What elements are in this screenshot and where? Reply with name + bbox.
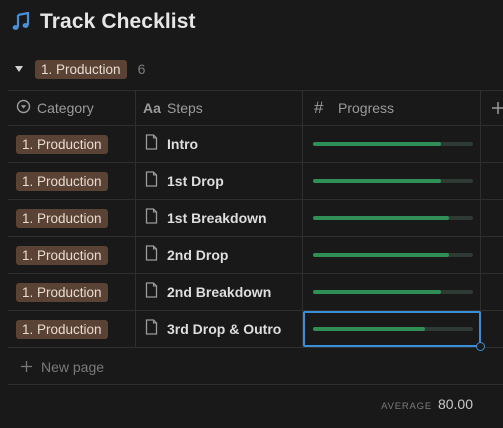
category-tag: 1. Production: [16, 171, 108, 191]
table-row[interactable]: 1. Production 1st Drop: [8, 163, 503, 200]
progress-bar: [313, 290, 473, 294]
table-row[interactable]: 1. Production 3rd Drop & Outro: [8, 311, 503, 348]
progress-cell[interactable]: [313, 126, 481, 162]
category-tag: 1. Production: [16, 282, 108, 302]
page-title: Track Checklist: [40, 10, 196, 33]
music-note-icon: [10, 11, 32, 33]
progress-cell[interactable]: [313, 163, 481, 199]
step-cell[interactable]: Intro: [145, 126, 198, 162]
progress-bar-fill: [313, 216, 449, 220]
progress-bar-fill: [313, 253, 449, 257]
table-row[interactable]: 1. Production 1st Breakdown: [8, 200, 503, 237]
table-row[interactable]: 1. Production Intro: [8, 126, 503, 163]
page-icon: [145, 133, 158, 155]
progress-bar-fill: [313, 327, 425, 331]
column-label: Progress: [338, 100, 395, 116]
page-icon: [145, 207, 158, 229]
select-circle-icon: [16, 99, 31, 117]
column-header-progress[interactable]: # Progress: [311, 91, 481, 125]
category-cell[interactable]: 1. Production: [16, 311, 108, 347]
new-page-button[interactable]: New page: [8, 349, 503, 385]
plus-icon: [21, 359, 32, 375]
step-title: 1st Drop: [167, 173, 224, 189]
category-tag: 1. Production: [16, 134, 108, 154]
average-label: AVERAGE: [381, 401, 432, 412]
calculation-footer[interactable]: AVERAGE 80.00: [381, 396, 473, 412]
add-column-button[interactable]: [488, 97, 503, 119]
step-cell[interactable]: 2nd Breakdown: [145, 274, 271, 310]
page-header: Track Checklist: [10, 8, 196, 36]
table-body: 1. Production Intro 1. Production 1st Dr…: [8, 126, 503, 348]
table-row[interactable]: 1. Production 2nd Breakdown: [8, 274, 503, 311]
step-cell[interactable]: 1st Drop: [145, 163, 224, 199]
table-header: Category Aa Steps # Progress: [8, 90, 503, 126]
hash-icon: #: [314, 98, 324, 117]
step-cell[interactable]: 2nd Drop: [145, 237, 228, 273]
page-icon: [145, 170, 158, 192]
column-label: Category: [37, 100, 94, 116]
progress-bar: [313, 216, 473, 220]
step-title: 3rd Drop & Outro: [167, 321, 282, 337]
category-cell[interactable]: 1. Production: [16, 163, 108, 199]
page-icon: [145, 318, 158, 340]
progress-cell[interactable]: [313, 200, 481, 236]
progress-bar: [313, 327, 473, 331]
category-cell[interactable]: 1. Production: [16, 200, 108, 236]
category-cell[interactable]: 1. Production: [16, 274, 108, 310]
step-title: 2nd Drop: [167, 247, 229, 263]
group-tag: 1. Production: [35, 59, 127, 79]
column-header-steps[interactable]: Aa Steps: [143, 91, 303, 125]
progress-bar-fill: [313, 142, 441, 146]
progress-bar: [313, 142, 473, 146]
category-cell[interactable]: 1. Production: [16, 237, 108, 273]
progress-cell[interactable]: [313, 237, 481, 273]
column-label: Steps: [167, 100, 203, 116]
category-tag: 1. Production: [16, 208, 108, 228]
progress-cell[interactable]: [313, 311, 481, 347]
table-row[interactable]: 1. Production 2nd Drop: [8, 237, 503, 274]
category-tag: 1. Production: [16, 245, 108, 265]
step-title: Intro: [167, 136, 199, 152]
average-value: 80.00: [437, 396, 473, 412]
step-title: 1st Breakdown: [167, 210, 267, 226]
group-count: 6: [137, 61, 146, 77]
progress-bar-fill: [313, 290, 441, 294]
progress-cell[interactable]: [313, 274, 481, 310]
text-aa-icon: Aa: [143, 100, 161, 116]
progress-bar: [313, 253, 473, 257]
category-tag: 1. Production: [16, 319, 108, 339]
new-page-label: New page: [41, 358, 105, 375]
progress-bar-fill: [313, 179, 441, 183]
page-icon: [145, 281, 158, 303]
column-header-category[interactable]: Category: [16, 91, 136, 125]
group-header[interactable]: 1. Production 6: [12, 58, 145, 80]
step-cell[interactable]: 1st Breakdown: [145, 200, 267, 236]
progress-bar: [313, 179, 473, 183]
step-title: 2nd Breakdown: [167, 284, 272, 300]
page-icon: [145, 244, 158, 266]
step-cell[interactable]: 3rd Drop & Outro: [145, 311, 281, 347]
category-cell[interactable]: 1. Production: [16, 126, 108, 162]
caret-down-icon[interactable]: [12, 62, 26, 76]
